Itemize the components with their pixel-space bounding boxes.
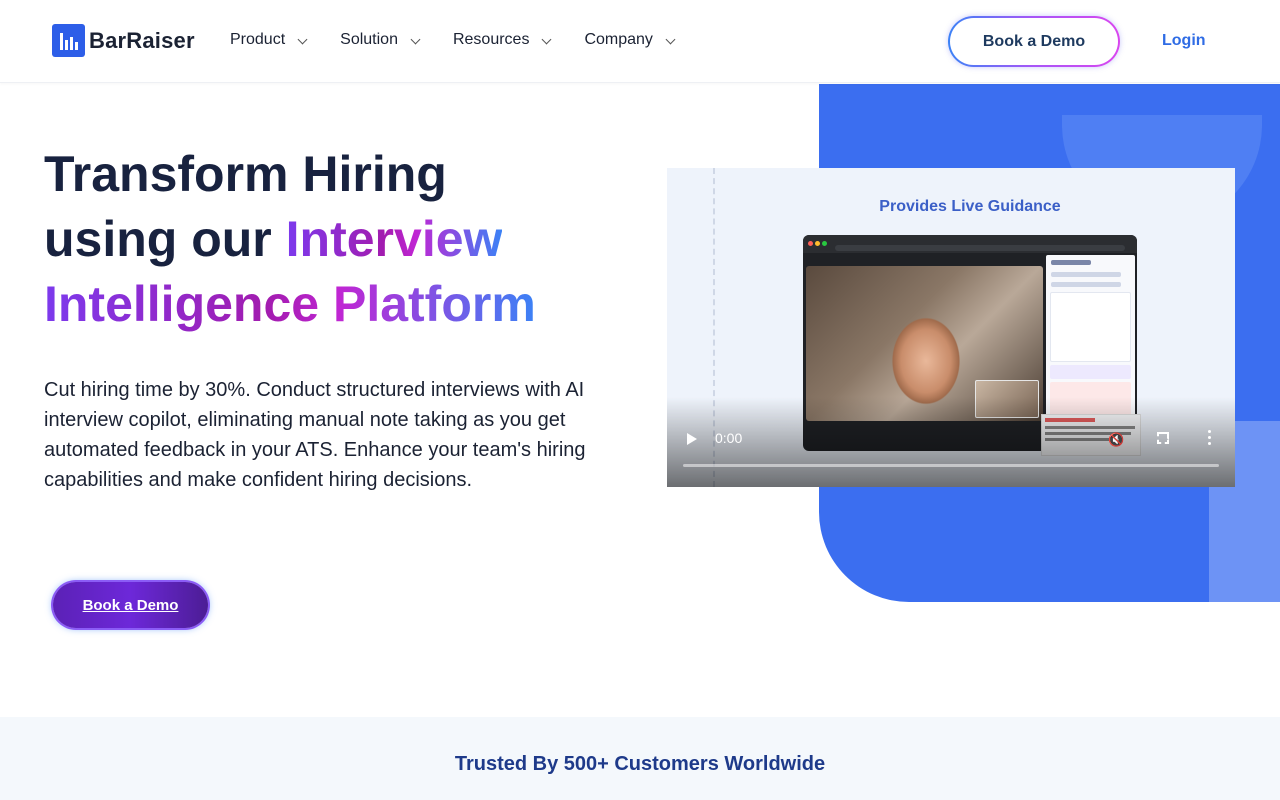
mute-icon[interactable]: 🔇 xyxy=(1108,432,1124,447)
brand-logo[interactable]: BarRaiser xyxy=(52,24,195,57)
hero-description: Cut hiring time by 30%. Conduct structur… xyxy=(44,379,586,491)
video-overlay-title: Provides Live Guidance xyxy=(879,198,1061,215)
barraiser-logo-icon xyxy=(52,24,85,57)
nav-item-product[interactable]: Product xyxy=(230,31,308,49)
more-options-icon[interactable] xyxy=(1208,430,1212,446)
chevron-down-icon xyxy=(297,34,308,44)
hero-title: Transform Hiring using our Interview Int… xyxy=(44,142,644,337)
nav-item-solution[interactable]: Solution xyxy=(340,31,421,49)
demo-video-player[interactable]: Provides Live Guidance 0:00 🔇 xyxy=(667,168,1235,487)
login-link[interactable]: Login xyxy=(1162,32,1206,50)
site-header: BarRaiser Product Solution Resources Com… xyxy=(0,0,1280,83)
hero-title-line1: Transform Hiring xyxy=(44,146,447,202)
nav-label: Solution xyxy=(340,31,398,48)
play-icon[interactable] xyxy=(687,433,697,445)
nav-item-company[interactable]: Company xyxy=(584,31,676,49)
video-controls-bar xyxy=(667,397,1235,487)
nav-item-resources[interactable]: Resources xyxy=(452,31,552,49)
video-current-time: 0:00 xyxy=(715,430,743,446)
chevron-down-icon xyxy=(542,34,552,44)
chevron-down-icon xyxy=(410,34,421,44)
hero-title-highlight-line3: Intelligence Platform xyxy=(44,276,536,332)
hero-title-highlight: Interview xyxy=(285,211,503,267)
browser-url-bar xyxy=(835,245,1125,251)
main-nav: Product Solution Resources Company xyxy=(230,31,708,49)
hero-title-line2: using our xyxy=(44,211,286,267)
logo-text: BarRaiser xyxy=(89,27,195,53)
hero-book-demo-button[interactable]: Book a Demo xyxy=(53,582,208,628)
nav-label: Product xyxy=(230,31,286,48)
nav-label: Company xyxy=(584,31,653,48)
nav-label: Resources xyxy=(452,31,530,48)
video-progress-bar[interactable] xyxy=(683,464,1219,467)
trusted-section: Trusted By 500+ Customers Worldwide xyxy=(0,717,1280,800)
header-book-demo-button[interactable]: Book a Demo xyxy=(948,16,1120,67)
trusted-title: Trusted By 500+ Customers Worldwide xyxy=(454,753,826,775)
chevron-down-icon xyxy=(665,34,676,44)
